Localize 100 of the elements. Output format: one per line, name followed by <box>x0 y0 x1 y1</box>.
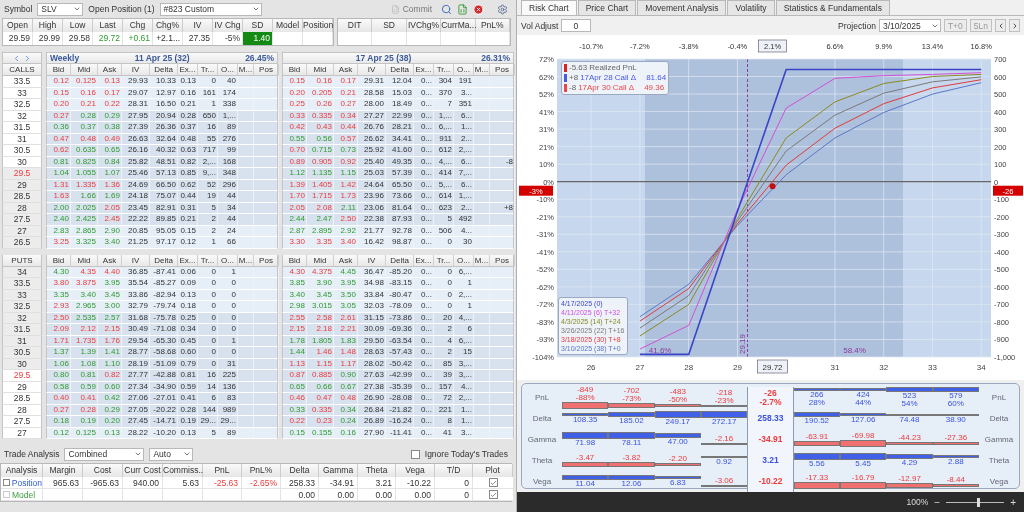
column-header[interactable]: M... <box>238 64 254 75</box>
option-row[interactable]: 3.85 3.90 3.95 34.98 -83.15 0... 0 1 <box>282 278 514 290</box>
column-header[interactable]: Delta <box>150 64 178 75</box>
column-header: PnL <box>203 464 242 477</box>
option-row[interactable]: 1.37 1.39 1.41 28.77 -58.68 0.60 0 0 <box>46 347 278 359</box>
column-header[interactable]: Bid <box>47 254 71 266</box>
table-cell: -78.09 <box>386 301 414 312</box>
option-row[interactable]: 0.15 0.16 0.17 29.31 12.04 0... 304 191 <box>282 76 514 88</box>
spreadsheet-icon[interactable] <box>457 3 468 15</box>
settings-icon[interactable] <box>497 3 508 15</box>
next-icon[interactable] <box>23 53 32 63</box>
option-row[interactable]: 2.44 2.47 2.50 22.38 87.93 0... 5 492 <box>282 214 514 226</box>
column-header[interactable]: O... <box>454 254 474 266</box>
column-header[interactable]: Ask <box>334 64 358 75</box>
column-header[interactable]: Pos <box>254 64 279 75</box>
next-button[interactable] <box>1009 19 1020 32</box>
tab[interactable]: Statistics & Fundamentals <box>775 0 890 15</box>
checkbox[interactable] <box>488 478 498 487</box>
option-row[interactable]: 2.98 3.015 3.05 32.03 -78.09 0... 0 1 <box>282 301 514 313</box>
column-header[interactable]: O... <box>454 64 474 75</box>
option-row[interactable]: 2.40 2.425 2.45 22.22 89.85 0.21 2 44 <box>46 214 278 226</box>
column-header[interactable]: Delta <box>386 254 414 266</box>
column-header[interactable]: Ask <box>98 64 122 75</box>
column-header[interactable]: Tr... <box>434 254 454 266</box>
vol-adjust-field[interactable]: 0 <box>561 19 592 32</box>
column-header[interactable]: Ex... <box>414 254 434 266</box>
option-row[interactable]: 3.30 3.35 3.40 16.42 98.87 0... 0 30 <box>282 237 514 249</box>
option-row[interactable]: 2.09 2.12 2.15 30.49 -71.08 0.34 0 0 <box>46 324 278 336</box>
column-header[interactable]: M... <box>238 254 254 266</box>
option-row[interactable]: 0.25 0.26 0.27 28.00 18.49 0... 7 351 <box>282 99 514 111</box>
column-header[interactable]: Tr... <box>434 64 454 75</box>
option-row[interactable]: 0.22 0.23 0.24 26.89 -16.24 0... 8 1... <box>282 416 514 428</box>
option-row[interactable]: 2.93 2.965 3.00 32.79 -79.74 0.18 0 0 <box>46 301 278 313</box>
option-row[interactable]: 0.12 0.125 0.13 29.93 10.33 0.13 0 40 <box>46 76 278 88</box>
option-row[interactable]: 1.44 1.46 1.48 28.63 -57.43 0... 2 15 <box>282 347 514 359</box>
previous-icon[interactable] <box>12 53 21 63</box>
column-header[interactable]: O... <box>218 64 238 75</box>
price-cell: 1.735 <box>71 335 98 346</box>
projection-date-select[interactable]: 3/10/2025 <box>878 19 941 32</box>
tab[interactable]: Volatility <box>727 0 775 15</box>
column-header[interactable]: Delta <box>386 64 414 75</box>
column-header[interactable]: Bid <box>283 254 307 266</box>
position-select[interactable]: #823 Custom <box>159 2 262 16</box>
column-header[interactable]: Ask <box>98 254 122 266</box>
option-row[interactable]: 0.20 0.21 0.22 28.31 16.50 0.21 1 338 <box>46 99 278 111</box>
range-select[interactable]: Auto <box>149 447 194 461</box>
option-row[interactable]: 0.62 0.635 0.65 26.16 40.32 0.63 717 99 <box>46 145 278 157</box>
current-value: -34.91 <box>758 435 783 444</box>
column-header[interactable]: Ask <box>334 254 358 266</box>
column-header[interactable]: Pos <box>490 64 515 75</box>
column-header[interactable]: Ex... <box>414 64 434 75</box>
tab[interactable]: Risk Chart <box>521 0 577 15</box>
option-row[interactable]: 2.15 2.18 2.21 30.09 -69.36 0... 2 6 <box>282 324 514 336</box>
slider-thumb[interactable] <box>977 497 981 507</box>
option-row[interactable]: 1.12 1.135 1.15 25.03 57.39 0... 414 7,... <box>282 168 514 180</box>
option-row[interactable]: 0.87 0.885 0.90 27.63 -42.99 0... 39 3,... <box>282 370 514 382</box>
column-header[interactable]: Delta <box>150 254 178 266</box>
column-header[interactable]: Mid <box>307 64 334 75</box>
option-row[interactable]: 1.70 1.715 1.73 23.96 73.66 0... 614 1,... <box>282 191 514 203</box>
column-header[interactable]: Ex... <box>178 254 198 266</box>
option-row[interactable]: 0.46 0.47 0.48 26.90 -28.08 0... 72 2,... <box>282 393 514 405</box>
column-header[interactable]: M... <box>474 64 490 75</box>
option-row[interactable]: 0.18 0.19 0.20 27.45 -14.71 0.19 29... 29... <box>46 416 278 428</box>
column-header[interactable]: Ex... <box>178 64 198 75</box>
tab[interactable]: Price Chart <box>577 0 637 15</box>
symbol-select[interactable]: SLV <box>37 2 84 16</box>
checkbox[interactable] <box>410 449 420 459</box>
zoom-out-button[interactable]: − <box>934 496 941 508</box>
column-header[interactable]: Tr... <box>198 64 218 75</box>
column-header[interactable]: IV <box>122 254 150 266</box>
search-icon[interactable] <box>441 3 452 15</box>
zoom-in-button[interactable]: + <box>1010 496 1016 508</box>
previous-button[interactable] <box>995 19 1006 32</box>
option-row[interactable]: 0.70 0.715 0.73 25.92 41.60 0... 612 2,... <box>282 145 514 157</box>
column-header[interactable]: Mid <box>307 254 334 266</box>
column-header[interactable]: Mid <box>71 64 98 75</box>
column-header[interactable]: Tr... <box>198 254 218 266</box>
option-row[interactable]: 0.42 0.43 0.44 26.76 28.21 0... 6,... 1... <box>282 122 514 134</box>
column-header[interactable]: Mid <box>71 254 98 266</box>
option-row[interactable]: 0.40 0.41 0.42 27.06 -27.01 0.41 6 83 <box>46 393 278 405</box>
column-header[interactable]: O... <box>218 254 238 266</box>
option-row[interactable]: 1.04 1.055 1.07 25.46 57.13 0.85 9,... 348 <box>46 168 278 180</box>
column-header[interactable]: IV <box>122 64 150 75</box>
close-icon[interactable] <box>473 3 484 15</box>
column-header[interactable]: Bid <box>47 64 71 75</box>
tab[interactable]: Movement Analysis <box>637 0 727 15</box>
analysis-select[interactable]: Combined <box>64 447 145 461</box>
column-header[interactable]: IV <box>358 254 386 266</box>
option-row[interactable]: 3.25 3.325 3.40 21.25 97.17 0.12 1 66 <box>46 237 278 249</box>
option-row[interactable]: 0.80 0.81 0.82 27.77 -42.88 0.81 16 225 <box>46 370 278 382</box>
column-header[interactable]: Bid <box>283 64 307 75</box>
column-header[interactable]: M... <box>474 254 490 266</box>
column-header[interactable]: Pos <box>254 254 279 266</box>
column-header[interactable]: IV <box>358 64 386 75</box>
table-cell: 0... <box>414 99 434 110</box>
option-row[interactable]: 3.80 3.875 3.95 35.54 -85.27 0.09 0 0 <box>46 278 278 290</box>
checkbox[interactable] <box>488 490 498 499</box>
option-row[interactable]: 0.36 0.37 0.38 27.39 26.36 0.37 16 89 <box>46 122 278 134</box>
option-row[interactable]: 1.63 1.66 1.69 24.18 75.07 0.44 19 44 <box>46 191 278 203</box>
column-header[interactable]: Pos <box>490 254 515 266</box>
